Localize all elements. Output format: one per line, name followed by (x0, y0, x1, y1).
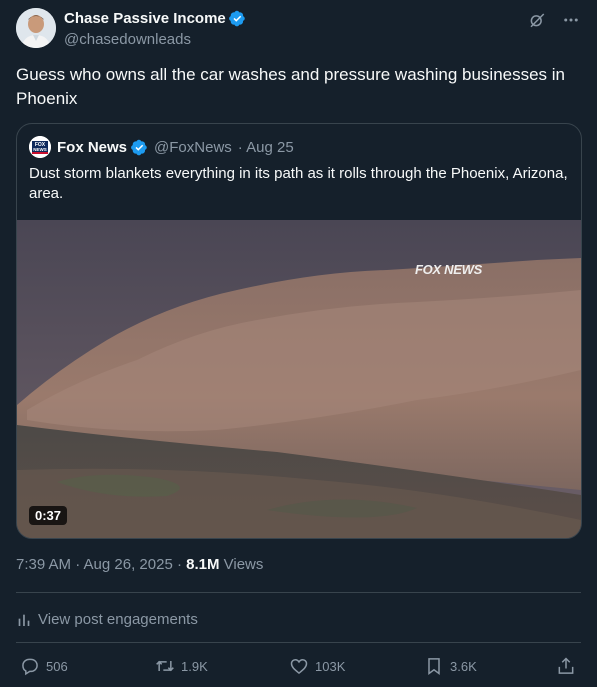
view-engagements-link[interactable]: View post engagements (16, 611, 198, 628)
post-timestamp[interactable]: 7:39 AM · Aug 26, 2025 · 8.1M Views (16, 556, 263, 573)
views-label: Views (219, 556, 264, 573)
tweet-text: Guess who owns all the car washes and pr… (16, 65, 566, 108)
reply-count: 506 (46, 658, 68, 674)
fox-news-logo[interactable]: FOX NEWS (29, 136, 51, 158)
share-button[interactable] (556, 656, 576, 676)
author-handle[interactable]: @chasedownleads (64, 31, 246, 48)
repost-icon (156, 660, 174, 672)
like-button[interactable]: 103K (289, 656, 345, 676)
quoted-post[interactable]: FOX NEWS Fox News @FoxNews · Aug 25 Dust… (16, 123, 582, 539)
reply-button[interactable]: 506 (20, 656, 68, 676)
tweet-header: Chase Passive Income @chasedownleads (16, 8, 581, 52)
verified-badge-icon (228, 10, 245, 27)
author-avatar[interactable] (16, 8, 56, 48)
bookmark-icon (428, 658, 440, 675)
verified-badge-icon (131, 139, 147, 155)
like-count: 103K (315, 658, 346, 674)
quoted-author-handle[interactable]: @FoxNews (154, 139, 232, 156)
grok-icon[interactable] (527, 10, 547, 30)
quoted-post-text: Dust storm blankets everything in its pa… (29, 165, 568, 202)
views-count: 8.1M (186, 556, 220, 573)
svg-text:NEWS: NEWS (33, 147, 47, 152)
repost-count: 1.9K (181, 658, 208, 674)
video-duration: 0:37 (29, 506, 68, 525)
share-icon (558, 657, 574, 674)
more-options-icon[interactable] (561, 10, 581, 30)
divider (16, 592, 581, 593)
post-time[interactable]: 7:39 AM · Aug 26, 2025 · (16, 556, 186, 573)
view-engagements-label[interactable]: View post engagements (38, 611, 198, 628)
reply-icon (22, 658, 38, 676)
analytics-icon (18, 614, 30, 626)
quoted-post-date[interactable]: · Aug 25 (238, 139, 294, 156)
video-player[interactable]: FOX NEWS 0:37 (17, 220, 581, 538)
bookmark-count: 3.6K (450, 658, 477, 674)
repost-button[interactable]: 1.9K (155, 656, 208, 676)
heart-icon (290, 658, 308, 675)
video-thumbnail (17, 220, 581, 538)
author-name[interactable]: Chase Passive Income (64, 10, 226, 27)
quoted-author-name[interactable]: Fox News (57, 139, 127, 156)
divider (16, 642, 581, 643)
quoted-post-header: FOX NEWS Fox News @FoxNews · Aug 25 (29, 136, 294, 158)
video-watermark: FOX NEWS (415, 262, 482, 277)
action-bar: 506 1.9K 103K 3.6K (16, 656, 581, 684)
bookmark-button[interactable]: 3.6K (424, 656, 477, 676)
author-name-row[interactable]: Chase Passive Income (64, 10, 246, 27)
